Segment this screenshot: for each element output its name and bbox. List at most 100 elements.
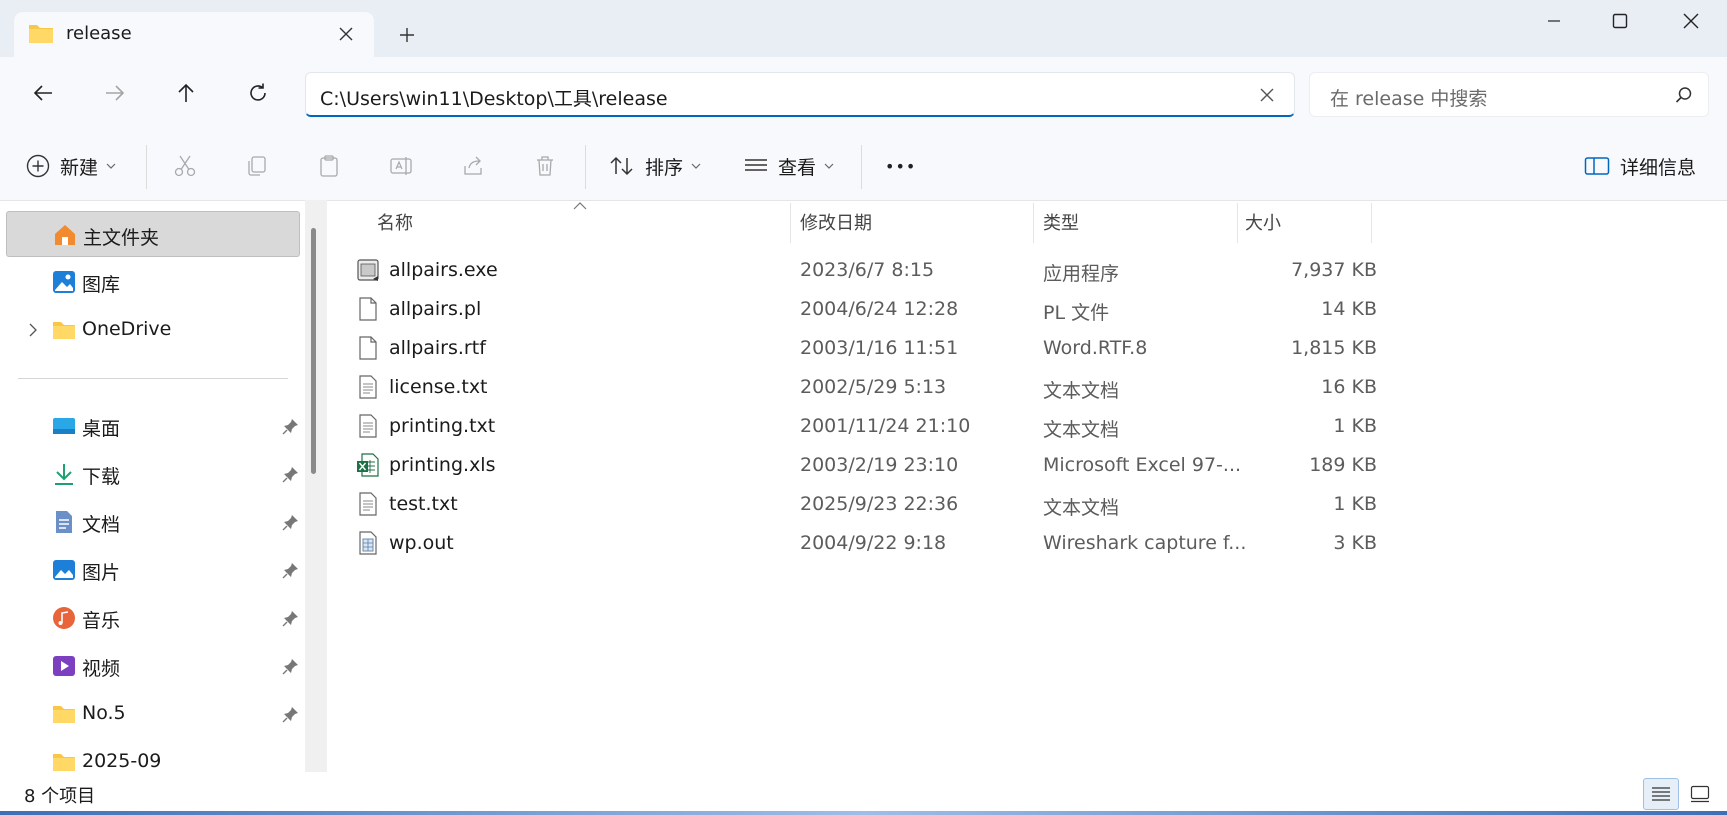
address-field[interactable]: C:\Users\win11\Desktop\工具\release	[305, 72, 1295, 117]
column-header-label: 类型	[1043, 213, 1079, 234]
file-date: 2023/6/7 8:15	[800, 259, 935, 281]
address-path: C:\Users\win11\Desktop\工具\release	[320, 88, 668, 110]
scissors-icon	[174, 155, 196, 177]
tab-release[interactable]: release	[14, 12, 374, 57]
sidebar-scrollbar-thumb[interactable]	[311, 228, 316, 474]
chevron-right-icon[interactable]	[24, 321, 42, 339]
new-tab-button[interactable]	[392, 20, 422, 50]
sidebar-item-pictures[interactable]: 图片	[6, 547, 300, 593]
minimize-button[interactable]	[1519, 0, 1589, 42]
details-view-button[interactable]	[1643, 778, 1679, 810]
file-size: 1 KB	[1333, 415, 1377, 437]
sidebar-item-music[interactable]: 音乐	[6, 595, 300, 641]
clipboard-icon	[320, 155, 338, 177]
table-row[interactable]: printing.xls 2003/2/19 23:10 Microsoft E…	[327, 444, 1377, 487]
pin-icon[interactable]	[282, 561, 300, 579]
minimize-icon	[1548, 20, 1560, 22]
sidebar-item-onedrive[interactable]: OneDrive	[6, 307, 300, 353]
file-size: 1,815 KB	[1291, 337, 1377, 359]
close-icon	[339, 27, 353, 41]
column-header-date[interactable]: 修改日期	[800, 201, 872, 243]
share-button[interactable]	[461, 145, 485, 187]
cut-button[interactable]	[173, 145, 197, 187]
refresh-button[interactable]	[238, 73, 278, 113]
back-button[interactable]	[23, 73, 63, 113]
search-input[interactable]: 在 release 中搜索	[1309, 72, 1709, 117]
folder-icon	[53, 322, 75, 339]
details-pane-button[interactable]: 详细信息	[1584, 145, 1696, 187]
column-header-size[interactable]: 大小	[1245, 201, 1281, 243]
more-label: •••	[885, 156, 917, 176]
search-button[interactable]	[1672, 83, 1696, 107]
close-window-button[interactable]	[1656, 0, 1726, 42]
arrow-right-icon	[106, 85, 125, 101]
file-type: 应用程序	[1043, 263, 1120, 285]
view-label: 查看	[778, 156, 817, 179]
video-icon	[53, 656, 75, 676]
up-button[interactable]	[166, 73, 206, 113]
table-row[interactable]: license.txt 2002/5/29 5:13 文本文档 16 KB	[327, 366, 1377, 409]
file-type: 文本文档	[1043, 419, 1120, 441]
pin-icon[interactable]	[282, 657, 300, 675]
column-header-label: 名称	[377, 213, 413, 234]
pin-icon[interactable]	[282, 705, 300, 723]
file-size: 3 KB	[1333, 532, 1377, 554]
table-row[interactable]: test.txt 2025/9/23 22:36 文本文档 1 KB	[327, 483, 1377, 526]
paste-button[interactable]	[317, 145, 341, 187]
arrow-up-icon	[178, 83, 194, 102]
pin-icon[interactable]	[282, 465, 300, 483]
pictures-icon	[53, 560, 75, 580]
details-label: 详细信息	[1620, 156, 1697, 179]
file-size: 1 KB	[1333, 493, 1377, 515]
column-divider[interactable]	[790, 203, 791, 243]
sidebar-item-no5[interactable]: No.5	[6, 691, 300, 737]
sidebar-scrollbar[interactable]	[305, 200, 327, 772]
rename-button[interactable]	[389, 145, 415, 187]
sidebar-item-label: 下载	[82, 466, 121, 488]
pin-icon[interactable]	[282, 609, 300, 627]
sidebar-item-label: 视频	[82, 658, 121, 680]
file-type: PL 文件	[1043, 302, 1110, 324]
sidebar-item-documents[interactable]: 文档	[6, 499, 300, 545]
trash-icon	[537, 156, 553, 176]
sidebar-item-home[interactable]: 主文件夹	[6, 211, 300, 257]
maximize-icon	[1612, 13, 1628, 29]
column-divider[interactable]	[1033, 203, 1034, 243]
table-row[interactable]: allpairs.exe 2023/6/7 8:15 应用程序 7,937 KB	[327, 249, 1377, 292]
sort-button[interactable]: 排序	[609, 145, 701, 187]
column-header-type[interactable]: 类型	[1043, 201, 1079, 243]
sidebar-item-label: 主文件夹	[83, 227, 160, 249]
sidebar-item-videos[interactable]: 视频	[6, 643, 300, 689]
file-date: 2004/6/24 12:28	[800, 298, 959, 320]
more-options-button[interactable]: •••	[885, 145, 916, 187]
status-bar: 8 个项目	[0, 772, 1727, 815]
pin-icon[interactable]	[282, 513, 300, 531]
column-divider[interactable]	[1371, 203, 1372, 243]
sort-label: 排序	[645, 156, 684, 179]
view-button[interactable]: 查看	[744, 145, 834, 187]
details-view-icon	[1652, 787, 1670, 801]
table-row[interactable]: wp.out 2004/9/22 9:18 Wireshark capture …	[327, 522, 1377, 565]
sidebar-item-gallery[interactable]: 图库	[6, 259, 300, 305]
desktop-edge	[0, 811, 1727, 815]
file-name: test.txt	[389, 493, 458, 515]
tiles-view-button[interactable]	[1682, 778, 1718, 810]
file-name: wp.out	[389, 532, 454, 554]
delete-button[interactable]	[533, 145, 557, 187]
maximize-button[interactable]	[1585, 0, 1655, 42]
forward-button[interactable]	[95, 73, 135, 113]
table-row[interactable]: allpairs.pl 2004/6/24 12:28 PL 文件 14 KB	[327, 288, 1377, 331]
copy-button[interactable]	[245, 145, 269, 187]
close-tab-button[interactable]	[332, 20, 360, 48]
desktop-icon	[53, 418, 75, 434]
clear-address-button[interactable]	[1254, 82, 1280, 108]
sidebar-item-downloads[interactable]: 下载	[6, 451, 300, 497]
column-divider[interactable]	[1237, 203, 1238, 243]
pin-icon[interactable]	[282, 417, 300, 435]
table-row[interactable]: allpairs.rtf 2003/1/16 11:51 Word.RTF.8 …	[327, 327, 1377, 370]
column-header-name[interactable]: 名称	[377, 201, 413, 243]
new-button[interactable]: 新建	[26, 145, 116, 187]
sidebar-item-desktop[interactable]: 桌面	[6, 403, 300, 449]
chevron-down-icon	[106, 163, 116, 169]
table-row[interactable]: printing.txt 2001/11/24 21:10 文本文档 1 KB	[327, 405, 1377, 448]
